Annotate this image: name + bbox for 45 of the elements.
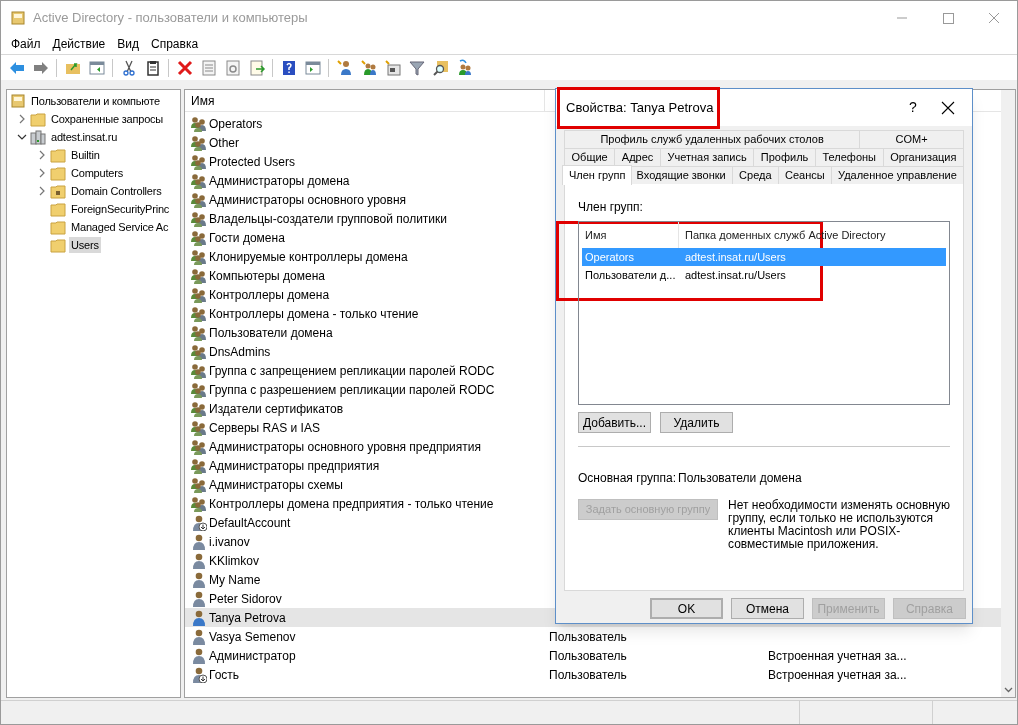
list-cell-text: Администраторы основного уровня [209, 191, 408, 209]
list-cell-text: Администраторы схемы [209, 476, 344, 494]
member-cell-text: Operators [584, 249, 635, 265]
list-cell-text: Пользователь [549, 666, 628, 684]
list-cell-text: Контроллеры домена предприятия - только чтение [209, 495, 495, 513]
list-cell-text: My Name [209, 571, 262, 589]
primary-group-label: Основная группа: [578, 470, 678, 487]
list-cell-text: Vasya Semenov [209, 628, 297, 646]
list-cell-text: i.ivanov [209, 533, 251, 551]
list-cell-text: Контроллеры домена - только чтение [209, 305, 420, 323]
list-cell-text: Встроенная учетная за... [768, 666, 907, 684]
dialog-title: Свойства: Tanya Petrova [566, 98, 714, 117]
list-cell-text: Контроллеры домена [209, 286, 331, 304]
list-cell-text: Группа с запрещением репликации паролей RODC [209, 362, 496, 380]
note-text: Нет необходимости изменять основную группу, если только не используются клиенты Macintosh или POSIX-совместимые приложения. [728, 499, 950, 551]
list-cell-text: Администратор [209, 647, 297, 665]
list-cell-text: Администраторы домена [209, 172, 351, 190]
list-cell-text: Пользователи домена [209, 324, 334, 342]
list-cell-text: Администраторы основного уровня предприятия [209, 438, 482, 456]
list-cell-text: Клонируемые контроллеры домена [209, 248, 409, 266]
list-cell-text: Protected Users [209, 153, 297, 171]
list-cell-text: Гости домена [209, 229, 286, 247]
list-cell-text: Other [209, 134, 240, 152]
list-cell-text: Operators [209, 115, 264, 133]
list-cell-text: Tanya Petrova [209, 609, 287, 627]
list-cell-text: Гость [209, 666, 241, 684]
list-cell-text: Издатели сертификатов [209, 400, 345, 418]
list-cell-text: Peter Sidorov [209, 590, 283, 608]
list-cell-text: Владельцы-создатели групповой политики [209, 210, 448, 228]
list-cell-text: DnsAdmins [209, 343, 272, 361]
list-cell-text: Серверы RAS и IAS [209, 419, 321, 437]
member-cell-text: adtest.insat.ru/Users [684, 249, 786, 265]
list-cell-text: Встроенная учетная за... [768, 647, 907, 665]
list-cell-text: Компьютеры домена [209, 267, 326, 285]
member-cell-text: Пользователи д... [584, 267, 677, 283]
list-cell-text: KKlimkov [209, 552, 260, 570]
list-cell-text: Администраторы предприятия [209, 457, 381, 475]
list-cell-text: Пользователь [549, 647, 628, 665]
member-cell-text: adtest.insat.ru/Users [684, 267, 786, 283]
members-label: Член групп: [578, 199, 644, 216]
primary-group-value: Пользователи домена [678, 470, 802, 487]
list-cell-text: DefaultAccount [209, 514, 292, 532]
list-cell-text: Группа с разрешением репликации паролей RODC [209, 381, 496, 399]
window-title: Active Directory - пользователи и компьютеры [33, 8, 308, 27]
list-cell-text: Пользователь [549, 628, 628, 646]
